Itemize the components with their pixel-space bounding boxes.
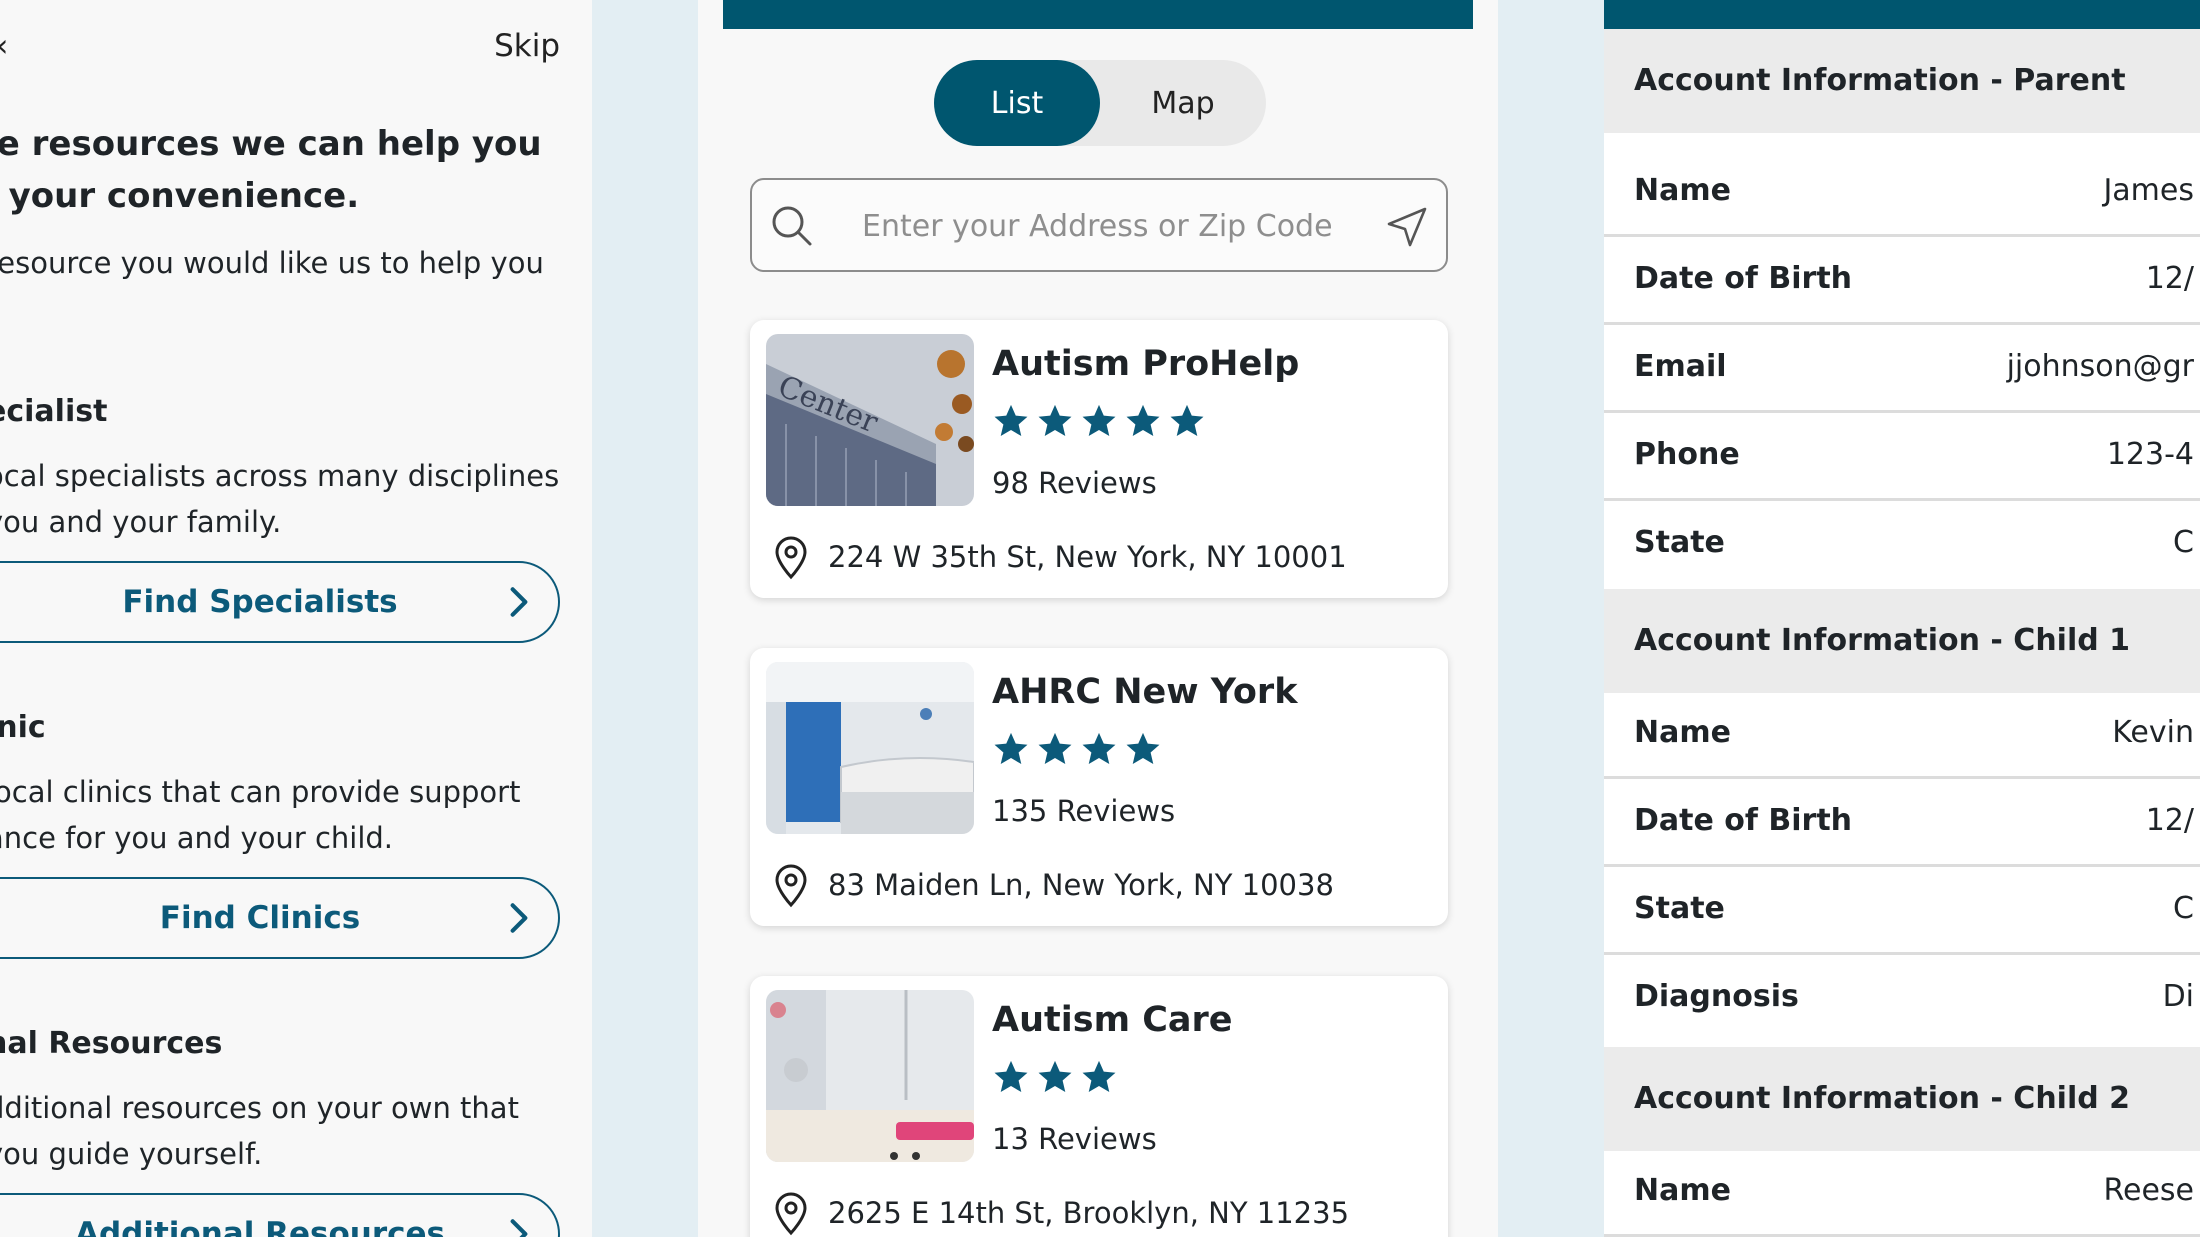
star-icon [1126, 732, 1160, 765]
star-rating [992, 402, 1206, 440]
provider-name: Autism ProHelp [992, 344, 1300, 384]
star-icon [1038, 404, 1072, 437]
intro-text: resource you would like us to help you [0, 246, 544, 280]
header-bar [1604, 0, 2200, 29]
provider-photo [766, 662, 974, 834]
section-header-parent: Account Information - Parent [1604, 29, 2200, 133]
account-information-panel: Account Information - Parent Name James … [1604, 0, 2200, 1237]
search-input[interactable] [860, 198, 1364, 254]
section-header-child-2: Account Information - Child 2 [1604, 1047, 2200, 1151]
star-icon [1038, 1060, 1072, 1093]
info-row: State C [1604, 869, 2200, 955]
find-specialists-button[interactable]: Find Specialists [0, 561, 560, 643]
provider-address: 224 W 35th St, New York, NY 10001 [828, 540, 1347, 574]
info-row: Date of Birth 12/ [1604, 239, 2200, 325]
star-icon [994, 732, 1028, 765]
section-title-additional: nal Resources [0, 1026, 223, 1061]
back-button[interactable]: ‹ [0, 28, 8, 64]
provider-card[interactable]: AHRC New York 135 Reviews 83 Maiden Ln, … [750, 648, 1448, 926]
star-icon [1082, 1060, 1116, 1093]
star-icon [1126, 404, 1160, 437]
star-icon [994, 1060, 1028, 1093]
provider-address: 2625 E 14th St, Brooklyn, NY 11235 [828, 1196, 1350, 1230]
chevron-right-icon [510, 1219, 528, 1237]
info-row: Date of Birth 12/ [1604, 781, 2200, 867]
info-row: Diagnosis Di [1604, 957, 2200, 1043]
provider-name: Autism Care [992, 1000, 1233, 1040]
provider-card[interactable]: Autism Care 13 Reviews 2625 E 14th St, B… [750, 976, 1448, 1237]
provider-address: 83 Maiden Ln, New York, NY 10038 [828, 868, 1334, 902]
provider-list-panel: List Map Center [698, 0, 1498, 1237]
page-heading: re resources we can help you r your conv… [0, 124, 542, 216]
view-toggle: List Map [934, 60, 1266, 146]
info-row: Name Kevin [1604, 693, 2200, 779]
star-icon [1082, 732, 1116, 765]
star-icon [994, 404, 1028, 437]
star-icon [1082, 404, 1116, 437]
section-title-specialist: ecialist [0, 394, 108, 429]
section-header-child-1: Account Information - Child 1 [1604, 589, 2200, 693]
info-row: Email jjohnson@gr [1604, 327, 2200, 413]
info-row: Phone 123-4 [1604, 415, 2200, 501]
location-pin-icon [775, 1192, 807, 1236]
star-rating [992, 730, 1162, 768]
provider-photo: Center [766, 334, 974, 506]
provider-card[interactable]: Center Autism ProHelp 98 Reviews 224 W 3… [750, 320, 1448, 598]
search-icon [772, 206, 812, 246]
provider-name: AHRC New York [992, 672, 1298, 712]
star-icon [1038, 732, 1072, 765]
section-desc-additional: dditional resources on your own that you… [0, 1091, 519, 1171]
review-count[interactable]: 13 Reviews [992, 1122, 1157, 1156]
info-row: Name Reese [1604, 1151, 2200, 1237]
star-icon [1170, 404, 1204, 437]
section-desc-clinic: local clinics that can provide support a… [0, 775, 521, 855]
star-rating [992, 1058, 1118, 1096]
location-pin-icon [775, 536, 807, 580]
location-arrow-icon[interactable] [1384, 204, 1430, 250]
location-pin-icon [775, 864, 807, 908]
chevron-right-icon [510, 903, 528, 933]
tab-map[interactable]: Map [1100, 60, 1266, 146]
find-clinics-button[interactable]: Find Clinics [0, 877, 560, 959]
provider-photo [766, 990, 974, 1162]
section-title-clinic: inic [0, 710, 46, 745]
header-bar [723, 0, 1473, 29]
info-row: Name James [1604, 151, 2200, 237]
review-count[interactable]: 98 Reviews [992, 466, 1157, 500]
tab-list[interactable]: List [934, 60, 1100, 146]
search-bar [750, 178, 1448, 272]
chevron-right-icon [510, 587, 528, 617]
additional-resources-button[interactable]: Additional Resources [0, 1193, 560, 1237]
skip-button[interactable]: Skip [494, 28, 560, 64]
review-count[interactable]: 135 Reviews [992, 794, 1175, 828]
info-row: State C [1604, 503, 2200, 589]
resources-onboarding-panel: ‹ Skip re resources we can help you r yo… [0, 0, 592, 1237]
section-desc-specialist: ocal specialists across many disciplines… [0, 459, 560, 539]
